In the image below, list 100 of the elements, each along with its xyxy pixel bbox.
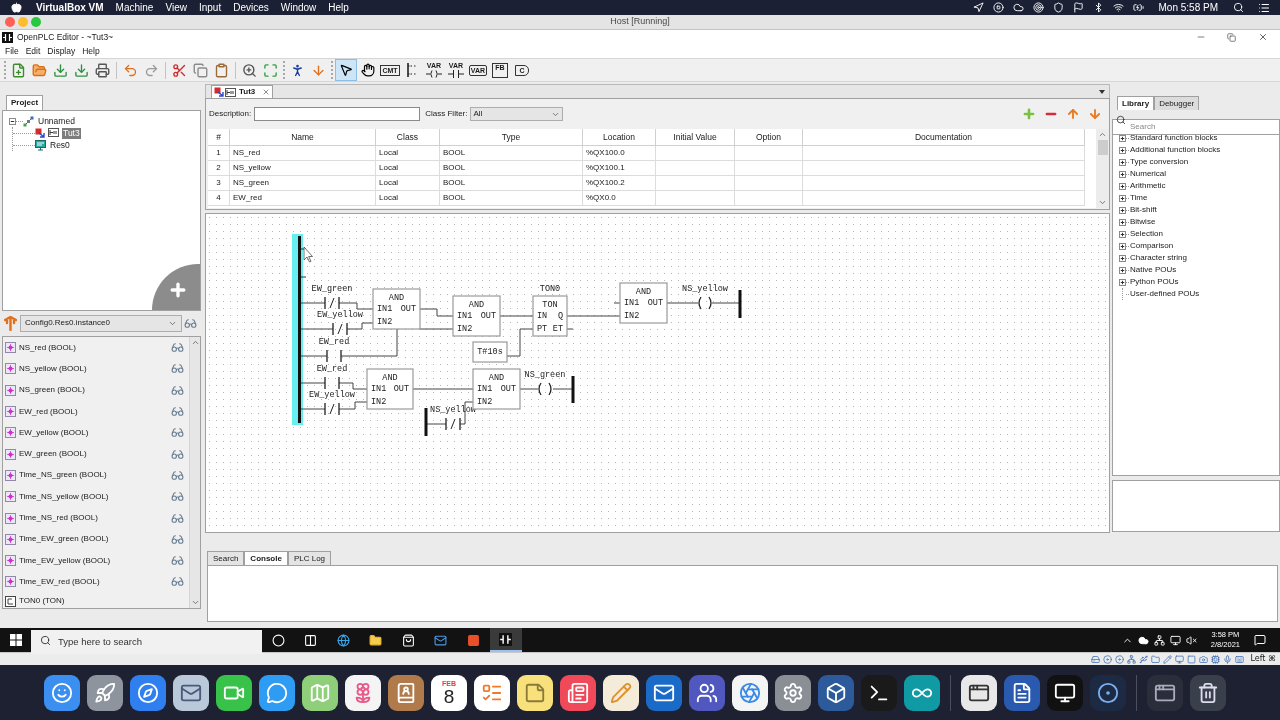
library-category[interactable]: User-defined POUs [1130, 288, 1200, 300]
menu-item[interactable]: Input [198, 2, 222, 13]
power-rail-icon[interactable] [406, 63, 418, 77]
variable-item[interactable]: Time_NS_green (BOOL) [19, 469, 107, 482]
start-icon[interactable] [10, 634, 22, 646]
search-icon[interactable] [1233, 2, 1244, 13]
taskbar-app-button[interactable] [489, 628, 522, 652]
tree-item[interactable]: Unnamed [37, 115, 76, 127]
notification-icon[interactable] [1254, 634, 1266, 646]
menu-item[interactable]: View [165, 2, 187, 13]
function-block[interactable] [372, 288, 421, 330]
menu-item[interactable]: Devices [233, 2, 269, 13]
folder-icon[interactable] [369, 633, 383, 647]
contact[interactable] [324, 296, 340, 310]
shield-icon[interactable] [1052, 2, 1064, 13]
app-window-icon[interactable] [1147, 674, 1183, 711]
app-menu-name[interactable]: VirtualBox VM [36, 2, 104, 13]
power-rail[interactable] [292, 234, 307, 425]
people-icon[interactable] [689, 674, 725, 711]
library-category[interactable]: Additional function blocks [1130, 144, 1221, 156]
person-icon[interactable] [290, 62, 305, 78]
library-category[interactable]: Python POUs [1130, 276, 1179, 288]
smiling-face-icon[interactable] [44, 674, 80, 711]
expand-toggle-icon[interactable] [1119, 254, 1126, 262]
rocket-icon[interactable] [87, 674, 123, 711]
disc-icon[interactable] [1103, 654, 1113, 664]
column-header[interactable]: Location [583, 129, 656, 146]
glasses-icon[interactable] [171, 426, 184, 440]
description-input[interactable] [254, 107, 421, 121]
panel-tab[interactable]: Debugger [1154, 96, 1200, 110]
arrow-up-icon[interactable] [4, 315, 17, 331]
expand-toggle-icon[interactable] [1119, 182, 1126, 190]
usb-icon[interactable] [1139, 654, 1149, 664]
variable-item[interactable]: NS_red (BOOL) [19, 341, 76, 354]
flower-icon[interactable] [345, 674, 381, 711]
download-icon[interactable] [74, 62, 89, 78]
flag-icon[interactable] [1072, 2, 1084, 13]
function-block[interactable] [452, 295, 501, 337]
expand-toggle-icon[interactable] [1119, 146, 1126, 154]
close-icon[interactable] [1258, 32, 1268, 42]
dropdown-caret-icon[interactable] [1099, 90, 1105, 94]
menu-item[interactable]: Help [328, 2, 349, 13]
panel-tab[interactable]: Library [1117, 96, 1155, 110]
scroll-down-icon[interactable] [1098, 198, 1107, 207]
instance-dropdown[interactable]: Config0.Res0.instance0 [20, 314, 182, 332]
library-category[interactable]: Selection [1130, 228, 1163, 240]
glasses-icon[interactable] [171, 511, 184, 525]
glasses-icon[interactable] [171, 362, 184, 376]
library-category[interactable]: Arithmetic [1130, 180, 1166, 192]
function-block[interactable] [619, 282, 668, 324]
library-category[interactable]: Numerical [1130, 168, 1166, 180]
tree-item[interactable]: Tut3 [62, 127, 81, 139]
variable-item[interactable]: EW_red (BOOL) [19, 405, 78, 418]
document-icon[interactable] [1004, 674, 1040, 711]
circle-icon[interactable] [271, 633, 285, 647]
function-block[interactable] [366, 368, 414, 410]
console-tab[interactable]: PLC Log [287, 551, 332, 565]
hard-drive-icon[interactable] [1091, 654, 1101, 664]
envelope-icon[interactable] [646, 674, 682, 711]
plus-icon[interactable] [168, 280, 188, 300]
monitor-icon[interactable] [1169, 634, 1181, 646]
expand-toggle-icon[interactable] [1119, 242, 1126, 250]
column-header[interactable]: Documentation [803, 129, 1085, 146]
library-category[interactable]: Standard function blocks [1130, 132, 1218, 144]
glasses-icon[interactable] [171, 447, 184, 461]
constant-block[interactable] [472, 341, 508, 363]
map-icon[interactable] [302, 674, 338, 711]
zoom-icon[interactable] [242, 62, 257, 78]
collapse-toggle-icon[interactable] [9, 117, 16, 125]
library-category[interactable]: Native POUs [1130, 264, 1177, 276]
library-category[interactable]: Bitwise [1130, 216, 1156, 228]
scissors-icon[interactable] [172, 62, 187, 78]
contact[interactable] [324, 376, 340, 390]
coil[interactable] [698, 296, 712, 310]
contact[interactable] [326, 349, 342, 363]
editor-tab[interactable]: Tut3 [211, 85, 273, 98]
apple-logo-icon[interactable] [11, 2, 22, 13]
variable-item[interactable]: EW_yellow (BOOL) [19, 426, 89, 439]
cube-icon[interactable] [818, 674, 854, 711]
contact-symbol-icon[interactable] [499, 632, 513, 646]
location-arrow-icon[interactable] [972, 2, 984, 13]
infinity-icon[interactable] [904, 674, 940, 711]
menu-item[interactable]: File [5, 44, 19, 58]
chip-icon[interactable] [1211, 654, 1221, 664]
tree-item[interactable]: Res0 [49, 139, 71, 151]
globe-icon[interactable] [336, 633, 350, 647]
clipboard-icon[interactable] [214, 62, 229, 78]
contact[interactable] [324, 402, 340, 416]
glasses-icon[interactable] [171, 490, 184, 504]
camera-icon[interactable] [1199, 654, 1209, 664]
target-icon[interactable] [1032, 2, 1044, 13]
project-tab[interactable]: Project [6, 95, 44, 110]
glasses-icon[interactable] [171, 405, 184, 419]
glasses-icon[interactable] [171, 383, 184, 397]
menu-item[interactable]: Machine [115, 2, 154, 13]
coil-symbol-icon[interactable] [426, 70, 442, 78]
arrow-down-icon[interactable] [311, 62, 326, 78]
column-header[interactable]: Initial Value [656, 129, 735, 146]
microphone-icon[interactable] [1223, 654, 1233, 664]
video-camera-icon[interactable] [216, 674, 252, 711]
